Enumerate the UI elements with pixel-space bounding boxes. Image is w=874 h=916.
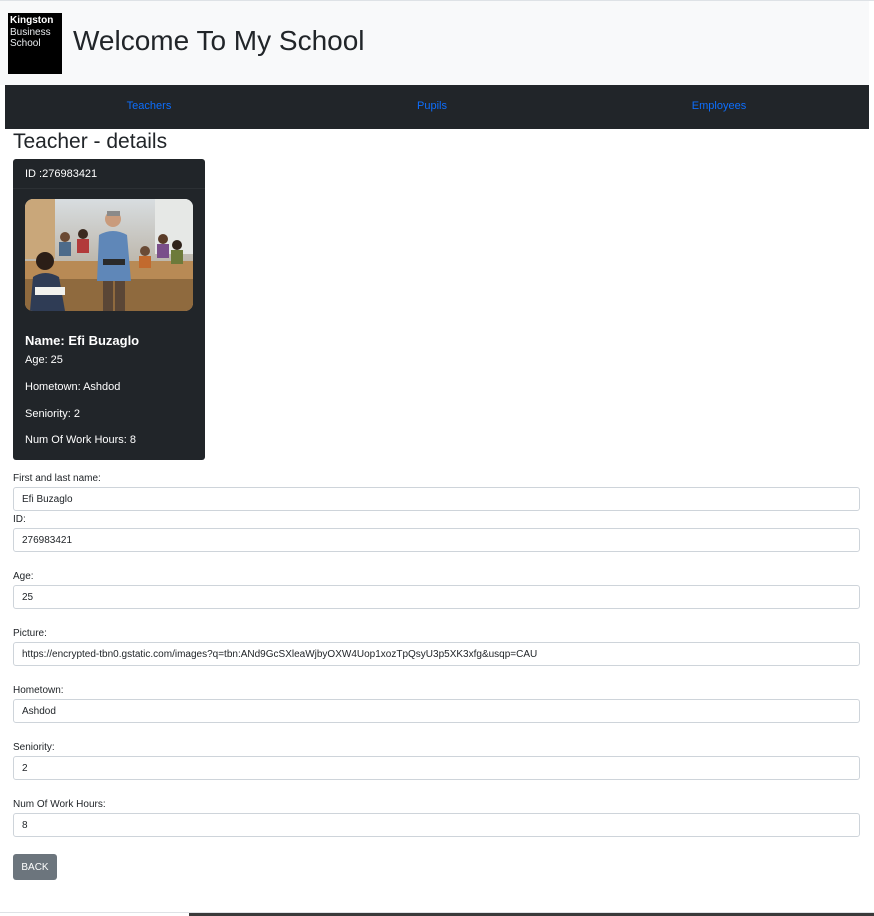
logo-text-line3: School	[10, 38, 41, 49]
age-field[interactable]	[13, 585, 860, 609]
card-seniority: Seniority: 2	[25, 408, 81, 420]
card-id: ID :276983421	[25, 168, 98, 180]
nav-link-employees[interactable]: Employees	[692, 100, 746, 112]
seniority-label: Seniority:	[13, 742, 55, 753]
teacher-photo	[25, 199, 193, 311]
hometown-label: Hometown:	[13, 685, 64, 696]
hometown-field[interactable]	[13, 699, 860, 723]
logo-text-line2: Business	[10, 27, 51, 38]
card-work-hours: Num Of Work Hours: 8	[25, 434, 137, 446]
work-hours-field[interactable]	[13, 813, 860, 837]
id-label: ID:	[13, 514, 26, 525]
page-title: Teacher - details	[13, 130, 168, 153]
card-header: ID :276983421	[13, 159, 205, 189]
work-hours-label: Num Of Work Hours:	[13, 799, 106, 810]
site-header: Kingston Business School Welcome To My S…	[0, 1, 869, 85]
teacher-card: ID :276983421 Name: Efi Buzaglo Age: 25 …	[13, 159, 205, 460]
nav-link-teachers[interactable]: Teachers	[127, 100, 172, 112]
seniority-field[interactable]	[13, 756, 860, 780]
logo-text-line1: Kingston	[10, 15, 54, 26]
main-navbar: Teachers Pupils Employees	[5, 85, 869, 129]
card-hometown: Hometown: Ashdod	[25, 381, 121, 393]
picture-label: Picture:	[13, 628, 47, 639]
card-age: Age: 25	[25, 354, 63, 366]
site-title: Welcome To My School	[73, 25, 365, 56]
back-button[interactable]: BACK	[13, 854, 57, 880]
picture-url-field[interactable]	[13, 642, 860, 666]
name-field[interactable]	[13, 487, 860, 511]
nav-link-pupils[interactable]: Pupils	[417, 100, 447, 112]
name-label: First and last name:	[13, 473, 101, 484]
school-logo: Kingston Business School	[8, 13, 62, 74]
card-teacher-name: Name: Efi Buzaglo	[25, 333, 140, 348]
age-label: Age:	[13, 571, 34, 582]
id-field[interactable]	[13, 528, 860, 552]
